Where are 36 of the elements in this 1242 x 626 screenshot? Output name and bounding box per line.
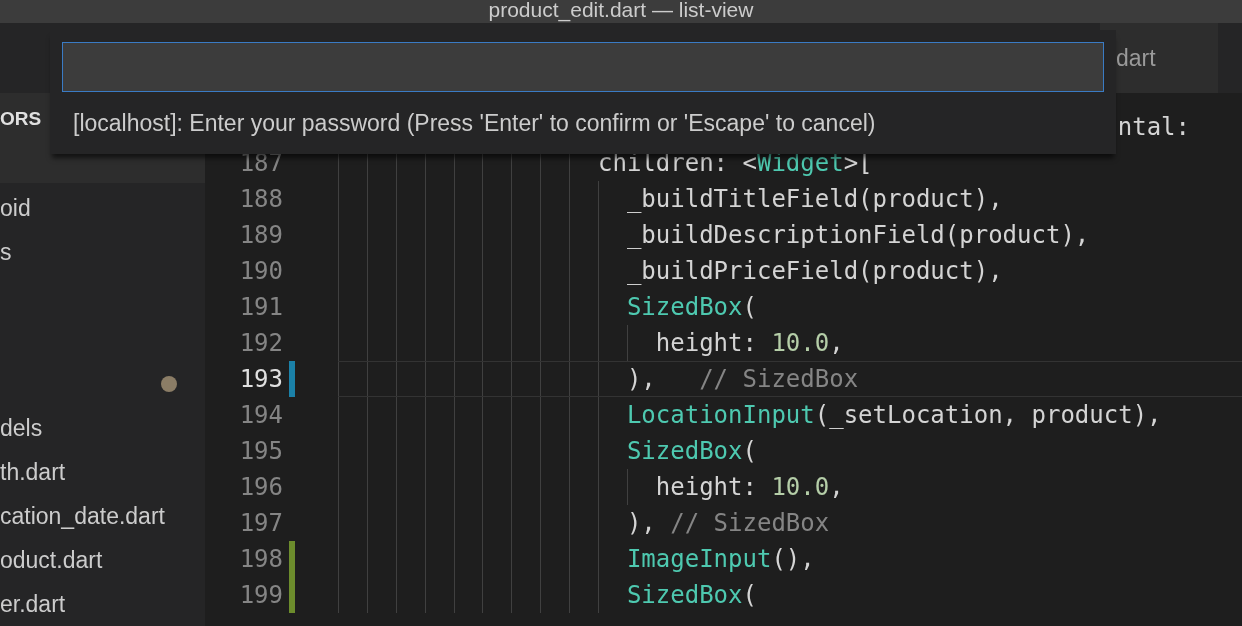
password-field[interactable] <box>62 42 1104 92</box>
file-item[interactable]: s <box>0 234 12 270</box>
file-item[interactable]: cation_date.dart <box>0 498 165 534</box>
sidebar-header: ORS <box>0 107 42 131</box>
file-item[interactable]: oid <box>0 190 31 226</box>
code-line: _buildDescriptionField(product), <box>626 220 1090 251</box>
code-line: _buildTitleField(product), <box>626 184 1003 215</box>
file-item[interactable]: th.dart <box>0 454 66 490</box>
line-number: 190 <box>238 256 283 287</box>
code-line: ), // SizedBox <box>626 508 830 539</box>
line-number: 193 <box>238 364 283 395</box>
code-line: height: 10.0, <box>655 328 844 359</box>
line-number: 198 <box>238 544 283 575</box>
line-number: 195 <box>238 436 283 467</box>
line-number: 189 <box>238 220 283 251</box>
code-line: SizedBox( <box>626 580 757 611</box>
line-number: 188 <box>238 184 283 215</box>
code-line: SizedBox( <box>626 436 757 467</box>
prompt-message: [localhost]: Enter your password (Press 'Enter' to confirm or 'Escape' to cancel) <box>73 110 876 136</box>
code-line: LocationInput(_setLocation, product), <box>626 400 1162 431</box>
file-item[interactable]: oduct.dart <box>0 542 103 578</box>
code-line: ntal: <box>1117 112 1190 143</box>
line-number: 194 <box>238 400 283 431</box>
code-line: height: 10.0, <box>655 472 844 503</box>
code-line: ), // SizedBox <box>626 364 859 395</box>
line-number: 191 <box>238 292 283 323</box>
line-number: 199 <box>238 580 283 611</box>
line-number: 192 <box>238 328 283 359</box>
window-title: product_edit.dart — list-view <box>488 0 754 20</box>
line-number: 197 <box>238 508 283 539</box>
code-line: ImageInput(), <box>626 544 815 575</box>
code-line: SizedBox( <box>626 292 757 323</box>
code-line: _buildPriceField(product), <box>626 256 1003 287</box>
file-item[interactable]: er.dart <box>0 586 66 622</box>
file-item[interactable]: dels <box>0 410 43 446</box>
line-number: 196 <box>238 472 283 503</box>
